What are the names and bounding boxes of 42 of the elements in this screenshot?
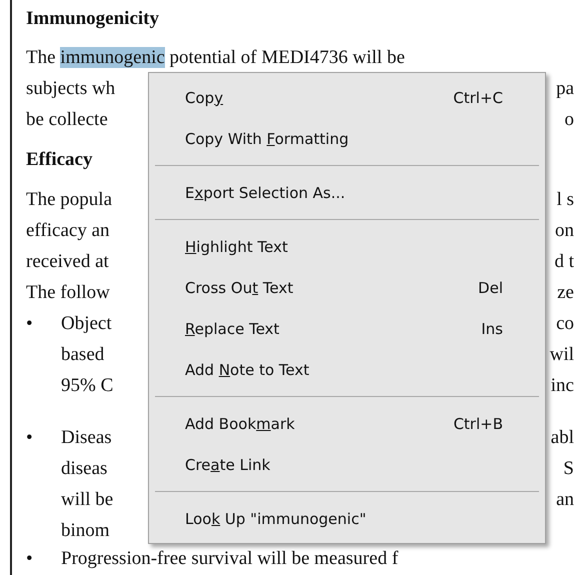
paragraph-text: on: [555, 219, 574, 243]
paragraph-text: S: [563, 457, 574, 481]
paragraph-text: Progression-free survival will be measured f: [61, 548, 398, 570]
menu-item[interactable]: Look Up "immunogenic": [151, 498, 543, 539]
paragraph-text: binom: [61, 519, 110, 543]
paragraph-text: based: [61, 343, 104, 367]
bullet: •: [26, 426, 34, 450]
paragraph-text: The popula: [26, 188, 112, 212]
paragraph-text: 95% C: [61, 374, 114, 398]
paragraph-text: efficacy an: [26, 219, 110, 243]
paragraph-text: be collecte: [26, 108, 108, 132]
bullet: •: [26, 312, 34, 336]
menu-item[interactable]: Copy Ctrl+C: [151, 77, 543, 118]
paragraph-text: o: [564, 108, 574, 132]
paragraph-text: received at: [26, 250, 109, 274]
menu-item[interactable]: Cross Out Text Del: [151, 267, 543, 308]
paragraph-text: d t: [554, 250, 574, 274]
paragraph-text: diseas: [61, 457, 108, 481]
paragraph-text: Object: [61, 312, 112, 336]
paragraph-text: Diseas: [61, 426, 112, 450]
bullet: •: [26, 548, 34, 570]
paragraph-text: ze: [557, 281, 574, 305]
menu-item[interactable]: Replace Text Ins: [151, 308, 543, 349]
paragraph-text: subjects wh: [26, 77, 116, 101]
paragraph-text: The immunogenic potential of MEDI4736 will be: [26, 46, 405, 70]
paragraph-text: abl: [550, 426, 574, 450]
menu-item[interactable]: Add Note to Text: [151, 349, 543, 390]
paragraph-text: The follow: [26, 281, 110, 305]
paragraph-text: wil: [550, 343, 574, 367]
menu-item[interactable]: Add Bookmark Ctrl+B: [151, 403, 543, 444]
menu-item[interactable]: Export Selection As...: [151, 172, 543, 213]
paragraph-text: an: [556, 488, 574, 512]
section-heading: Immunogenicity: [26, 7, 159, 31]
paragraph-text: inc: [550, 374, 574, 398]
paragraph-text: l s: [556, 188, 574, 212]
section-heading: Efficacy: [26, 148, 92, 172]
menu-item[interactable]: Copy With Formatting: [151, 118, 543, 159]
paragraph-text: will be: [61, 488, 114, 512]
menu-item[interactable]: Highlight Text: [151, 226, 543, 267]
paragraph-text: pa: [556, 77, 574, 101]
menu-item[interactable]: Create Link: [151, 444, 543, 485]
paragraph-text: co: [556, 312, 574, 336]
